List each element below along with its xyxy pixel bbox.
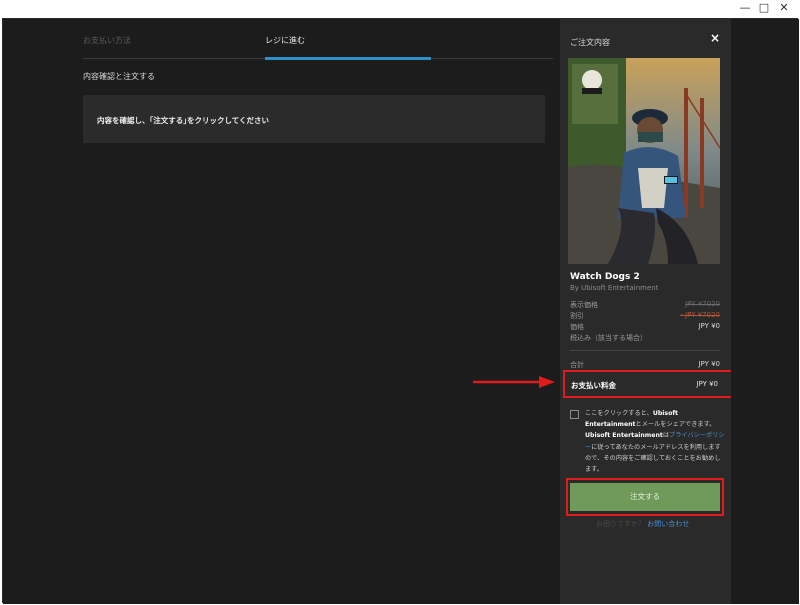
confirm-instruction: 内容を確認し、｢注文する｣をクリックしてください (97, 116, 270, 125)
total-value: JPY ¥0 (698, 360, 720, 368)
payment-amount-label: お支払い料金 (571, 381, 616, 390)
order-button-highlight: 注文する (566, 478, 724, 516)
help-line: お困りですか？ お問い合わせ (596, 519, 689, 529)
list-price-value: JPY ¥7020 (685, 300, 720, 308)
consent-text-4: に従ってあなたのメールアドレスを利用しますので、その内容をご確認しておくことをお… (585, 443, 721, 474)
close-icon[interactable]: × (708, 31, 722, 45)
checkout-main: お支払い方法 レジに進む 内容確認と注文する 内容を確認し、｢注文する｣をクリッ… (3, 19, 560, 604)
discount-label: 割引 (570, 312, 584, 320)
title-bar: — □ ✕ (0, 0, 800, 18)
close-window-button[interactable]: ✕ (777, 1, 791, 15)
minimize-button[interactable]: — (738, 1, 752, 15)
share-email-checkbox[interactable] (570, 410, 579, 419)
total-label: 合計 (570, 361, 584, 369)
tax-label: 税込み（該当する場合） (570, 334, 647, 342)
confirm-panel: 内容を確認し、｢注文する｣をクリックしてください (83, 95, 545, 143)
checkout-dialog: お支払い方法 レジに進む 内容確認と注文する 内容を確認し、｢注文する｣をクリッ… (2, 18, 799, 604)
game-publisher: By Ubisoft Entertainment (570, 284, 659, 292)
summary-divider (570, 350, 720, 351)
discount-value: - JPY ¥7020 (680, 311, 720, 319)
price-value: JPY ¥0 (698, 322, 720, 330)
tab-payment-method[interactable]: お支払い方法 (83, 35, 131, 46)
right-margin (731, 19, 799, 604)
tab-checkout[interactable]: レジに進む (265, 35, 305, 46)
order-summary-panel: ご注文内容 × Watch Dogs 2 By Ubisoft Entertai… (560, 19, 734, 604)
payment-amount-value: JPY ¥0 (696, 380, 718, 388)
consent-text-2: とメールをシェアできます。 (635, 421, 716, 429)
tax-row: 税込み（該当する場合） (570, 333, 720, 343)
total-row: 合計 JPY ¥0 (570, 360, 720, 370)
price-label: 価格 (570, 323, 584, 331)
maximize-button[interactable]: □ (757, 1, 771, 15)
checkout-tabs: お支払い方法 レジに進む (83, 33, 553, 60)
app-window: — □ ✕ お支払い方法 レジに進む 内容確認と注文する 内容を確認し、｢注文す… (0, 0, 800, 605)
order-summary-title: ご注文内容 (570, 38, 610, 47)
list-price-label: 表示価格 (570, 301, 598, 309)
list-price-row: 表示価格 JPY ¥7020 (570, 300, 720, 310)
arrow-annotation-icon (473, 376, 555, 388)
place-order-button[interactable]: 注文する (570, 483, 720, 511)
game-title: Watch Dogs 2 (570, 272, 640, 282)
contact-link[interactable]: お問い合わせ (647, 520, 689, 528)
consent-company-2: Ubisoft Entertainment (585, 432, 663, 440)
section-title: 内容確認と注文する (83, 72, 155, 81)
active-tab-indicator (265, 57, 431, 60)
consent-text-1: ここをクリックすると、 (585, 410, 653, 417)
help-text: お困りですか？ (596, 520, 645, 528)
game-cover-image (568, 58, 720, 264)
email-consent-text: ここをクリックすると、 Ubisoft Entertainment とメールをシェア… (585, 408, 725, 475)
price-row: 価格 JPY ¥0 (570, 322, 720, 332)
payment-amount-highlight: お支払い料金 JPY ¥0 (563, 370, 734, 398)
discount-row: 割引 - JPY ¥7020 (570, 311, 720, 321)
